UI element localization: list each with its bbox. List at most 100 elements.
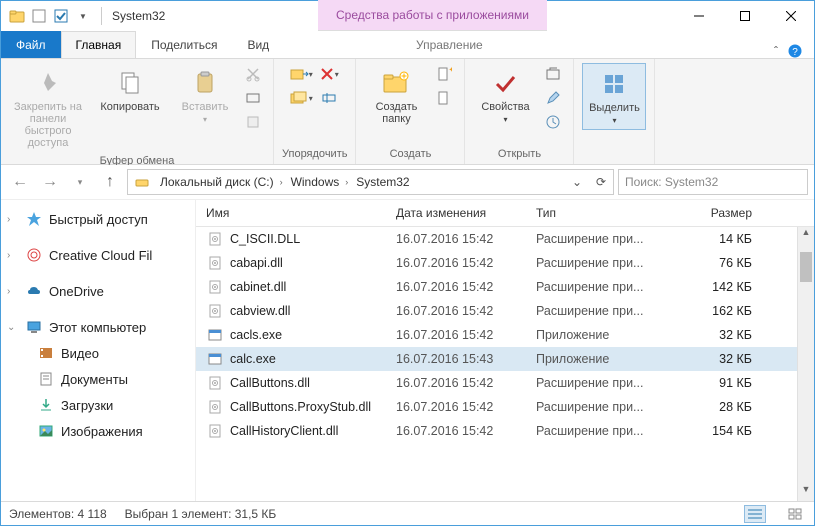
tab-file[interactable]: Файл xyxy=(1,31,61,58)
col-size[interactable]: Размер xyxy=(674,206,752,220)
forward-button[interactable]: → xyxy=(37,169,63,195)
easy-access-icon[interactable] xyxy=(432,87,456,109)
nav-onedrive[interactable]: ›OneDrive xyxy=(7,278,195,304)
col-date[interactable]: Дата изменения xyxy=(396,206,536,220)
scroll-down-icon[interactable]: ▼ xyxy=(798,484,814,501)
navigation-pane[interactable]: ›Быстрый доступ ›Creative Cloud Fil ›One… xyxy=(1,200,196,501)
scroll-up-icon[interactable]: ▲ xyxy=(798,227,814,244)
copy-to-icon[interactable]: ▾ xyxy=(289,87,313,109)
nav-downloads[interactable]: Загрузки xyxy=(7,392,195,418)
file-row[interactable]: cabapi.dll 16.07.2016 15:42Расширение при… xyxy=(196,251,797,275)
file-row[interactable]: cabinet.dll16.07.2016 15:42Расширение пр… xyxy=(196,275,797,299)
file-row[interactable]: cabview.dll16.07.2016 15:42Расширение пр… xyxy=(196,299,797,323)
tab-view[interactable]: Вид xyxy=(232,31,284,58)
breadcrumb: Windows› xyxy=(287,175,353,189)
new-item-icon[interactable]: ✦ xyxy=(432,63,456,85)
chevron-right-icon[interactable]: › xyxy=(7,250,19,261)
paste-button[interactable]: Вставить ▾ xyxy=(173,63,237,128)
svg-text:✦: ✦ xyxy=(448,66,452,76)
open-icon[interactable] xyxy=(541,63,565,85)
group-label: Упорядочить xyxy=(282,146,347,162)
cut-icon[interactable] xyxy=(241,63,265,85)
col-name[interactable]: Имя xyxy=(206,206,396,220)
rename-icon[interactable] xyxy=(317,87,341,109)
column-headers[interactable]: Имя Дата изменения Тип Размер xyxy=(196,200,814,227)
file-date: 16.07.2016 15:42 xyxy=(396,256,536,270)
paste-icon xyxy=(189,67,221,99)
select-button[interactable]: Выделить ▾ xyxy=(582,63,646,130)
file-name: C_ISCII.DLL xyxy=(230,232,300,246)
copy-button[interactable]: Копировать xyxy=(91,63,169,117)
recent-locations-icon[interactable]: ▾ xyxy=(67,169,93,195)
file-row[interactable]: cacls.exe16.07.2016 15:42Приложение32 КБ xyxy=(196,323,797,347)
nav-documents[interactable]: Документы xyxy=(7,366,195,392)
chevron-right-icon[interactable]: › xyxy=(341,177,348,187)
address-dropdown-icon[interactable]: ⌄ xyxy=(565,175,589,189)
download-icon xyxy=(37,396,55,414)
breadcrumb: Локальный диск (C:)› xyxy=(156,175,287,189)
copy-path-icon[interactable] xyxy=(241,87,265,109)
view-large-icons-button[interactable] xyxy=(784,505,806,523)
nav-videos[interactable]: Видео xyxy=(7,340,195,366)
status-selection: Выбран 1 элемент: 31,5 КБ xyxy=(125,507,277,521)
chevron-right-icon[interactable]: › xyxy=(7,214,19,225)
move-to-icon[interactable]: ▾ xyxy=(289,63,313,85)
qat-item-checked[interactable] xyxy=(51,6,71,26)
scrollbar-thumb[interactable] xyxy=(800,252,812,282)
file-name: CallHistoryClient.dll xyxy=(230,424,338,438)
paste-shortcut-icon[interactable] xyxy=(241,111,265,133)
edit-icon[interactable] xyxy=(541,87,565,109)
chevron-right-icon[interactable]: › xyxy=(7,286,19,297)
file-rows[interactable]: C_ISCII.DLL16.07.2016 15:42Расширение пр… xyxy=(196,227,797,501)
refresh-icon[interactable]: ⟳ xyxy=(589,175,613,189)
tab-share[interactable]: Поделиться xyxy=(136,31,232,58)
tab-home[interactable]: Главная xyxy=(61,31,137,58)
nav-creative-cloud[interactable]: ›Creative Cloud Fil xyxy=(7,242,195,268)
file-row[interactable]: calc.exe16.07.2016 15:43Приложение32 КБ xyxy=(196,347,797,371)
view-details-button[interactable] xyxy=(744,505,766,523)
file-icon xyxy=(206,230,224,248)
file-row[interactable]: CallButtons.dll16.07.2016 15:42Расширени… xyxy=(196,371,797,395)
pin-quickaccess-button[interactable]: Закрепить на панели быстрого доступа xyxy=(9,63,87,153)
delete-icon[interactable]: ▾ xyxy=(317,63,341,85)
file-row[interactable]: CallButtons.ProxyStub.dll16.07.2016 15:4… xyxy=(196,395,797,419)
tab-manage[interactable]: Управление xyxy=(391,31,508,58)
qat-dropdown-icon[interactable]: ▼ xyxy=(73,6,93,26)
back-button[interactable]: ← xyxy=(7,169,33,195)
chevron-down-icon[interactable]: ⌄ xyxy=(7,322,19,333)
help-icon[interactable]: ? xyxy=(788,44,802,58)
file-name: cabapi.dll xyxy=(230,256,283,270)
file-type: Расширение при... xyxy=(536,376,674,390)
ribbon: Закрепить на панели быстрого доступа Коп… xyxy=(1,59,814,165)
file-type: Расширение при... xyxy=(536,424,674,438)
address-bar[interactable]: Локальный диск (C:)› Windows› System32 ⌄… xyxy=(127,169,614,195)
maximize-button[interactable] xyxy=(722,1,768,31)
close-button[interactable] xyxy=(768,1,814,31)
nav-pictures[interactable]: Изображения xyxy=(7,418,195,444)
qat-item[interactable] xyxy=(29,6,49,26)
file-size: 154 КБ xyxy=(674,424,752,438)
chevron-right-icon[interactable]: › xyxy=(276,177,283,187)
file-type: Расширение при... xyxy=(536,256,674,270)
new-folder-button[interactable]: Создать папку xyxy=(364,63,428,129)
pc-icon xyxy=(25,318,43,336)
nav-this-pc[interactable]: ⌄Этот компьютер xyxy=(7,314,195,340)
file-name: cacls.exe xyxy=(230,328,282,342)
file-row[interactable]: C_ISCII.DLL16.07.2016 15:42Расширение пр… xyxy=(196,227,797,251)
select-all-icon xyxy=(598,68,630,100)
vertical-scrollbar[interactable]: ▲ ▼ xyxy=(797,227,814,501)
collapse-ribbon-icon[interactable]: ˆ xyxy=(774,44,778,58)
folder-icon xyxy=(7,6,27,26)
file-size: 91 КБ xyxy=(674,376,752,390)
col-type[interactable]: Тип xyxy=(536,206,674,220)
search-input[interactable]: Поиск: System32 xyxy=(618,169,808,195)
video-icon xyxy=(37,344,55,362)
up-button[interactable]: ↑ xyxy=(97,169,123,195)
minimize-button[interactable] xyxy=(676,1,722,31)
file-type: Расширение при... xyxy=(536,280,674,294)
file-size: 76 КБ xyxy=(674,256,752,270)
history-icon[interactable] xyxy=(541,111,565,133)
nav-quick-access[interactable]: ›Быстрый доступ xyxy=(7,206,195,232)
file-row[interactable]: CallHistoryClient.dll16.07.2016 15:42Рас… xyxy=(196,419,797,443)
properties-button[interactable]: Свойства ▾ xyxy=(473,63,537,128)
